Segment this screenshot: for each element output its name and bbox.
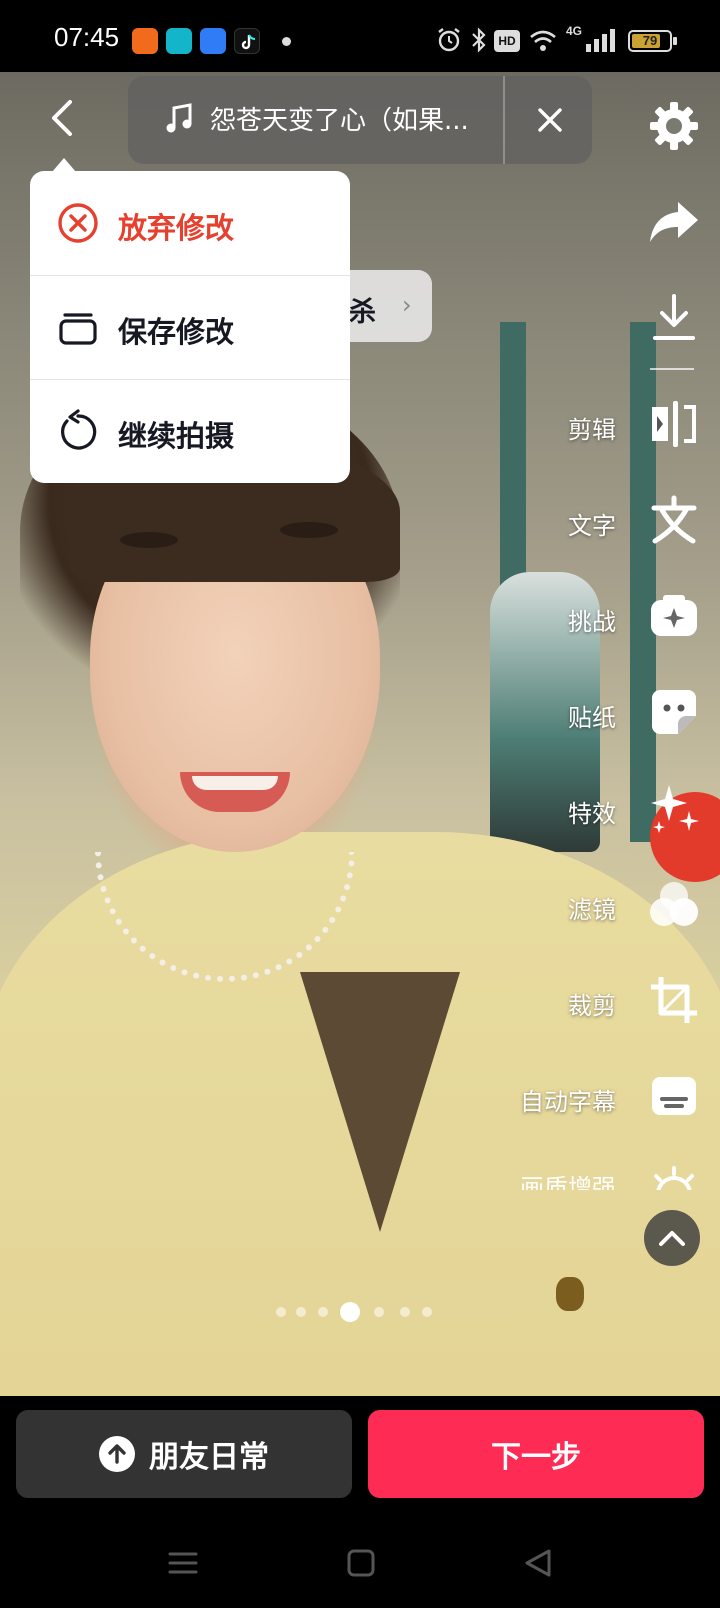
- home-nav-icon[interactable]: [344, 1548, 378, 1578]
- toolbar-label-challenge[interactable]: 挑战: [568, 602, 616, 637]
- page-indicator: [276, 1300, 448, 1324]
- discard-changes-item[interactable]: 放弃修改: [30, 171, 350, 275]
- edit-clip-icon: [652, 401, 696, 447]
- subject-eye: [280, 522, 338, 538]
- challenge-button[interactable]: [644, 586, 704, 646]
- filter-icon: [650, 882, 698, 926]
- wifi-icon: [530, 30, 556, 51]
- toolbar-label-edit[interactable]: 剪辑: [568, 410, 616, 445]
- alarm-icon: [438, 28, 460, 52]
- music-divider: [503, 76, 505, 164]
- battery-icon: 79: [628, 30, 672, 52]
- chevron-right-icon: ›: [402, 291, 412, 319]
- toolbar-label-enhance[interactable]: 画质增强: [520, 1168, 616, 1190]
- auto-captions-icon: [652, 1077, 696, 1115]
- page-dot: [422, 1307, 432, 1317]
- sticker-icon: [652, 690, 696, 734]
- filter-button[interactable]: [644, 874, 704, 934]
- upload-icon: [99, 1436, 135, 1472]
- effects-icon: [651, 785, 699, 833]
- subject-teeth: [192, 776, 278, 790]
- status-time: 07:45: [54, 22, 120, 52]
- hd-badge: HD: [494, 30, 520, 52]
- menu-nav-icon[interactable]: [166, 1548, 200, 1578]
- drafts-box-icon: [59, 313, 97, 345]
- menu-item-label: 放弃修改: [118, 211, 235, 245]
- toolbar-label-text[interactable]: 文字: [568, 506, 616, 541]
- douyin-icon: [234, 28, 260, 54]
- page-dot-active: [340, 1302, 360, 1322]
- next-step-button[interactable]: 下一步: [368, 1410, 704, 1498]
- page-dot: [276, 1307, 286, 1317]
- toolbar-label-sticker[interactable]: 贴纸: [568, 698, 616, 733]
- toolbar-label-auto-captions[interactable]: 自动字幕: [520, 1082, 616, 1117]
- music-title: 怨苍天变了心（如果...: [210, 106, 469, 136]
- edit-clip-button[interactable]: [644, 394, 704, 454]
- download-icon: [653, 294, 695, 340]
- back-options-menu: 放弃修改 保存修改 继续拍摄: [30, 171, 350, 483]
- subject-eye: [120, 532, 178, 548]
- settings-icon: [650, 102, 698, 150]
- page-dot: [374, 1307, 384, 1317]
- network-type: 4G: [566, 24, 583, 38]
- enhance-button[interactable]: [644, 1164, 704, 1190]
- notification-dot-icon: [282, 37, 291, 46]
- bottom-action-bar: 朋友日常 下一步: [0, 1396, 720, 1608]
- auto-captions-button[interactable]: [644, 1066, 704, 1126]
- post-daily-button[interactable]: 朋友日常: [16, 1410, 352, 1498]
- back-nav-icon[interactable]: [522, 1548, 556, 1578]
- text-icon: [651, 495, 697, 544]
- xiaohongshu-icon: [132, 28, 158, 54]
- share-button[interactable]: [644, 192, 704, 252]
- remove-music-button[interactable]: [520, 90, 580, 150]
- post-daily-label: 朋友日常: [149, 1440, 269, 1475]
- toolbar-divider: [650, 368, 694, 370]
- subject-neckline: [300, 972, 460, 1232]
- popup-arrow: [52, 158, 76, 172]
- challenge-icon: [651, 595, 697, 636]
- crop-button[interactable]: [644, 970, 704, 1030]
- save-changes-item[interactable]: 保存修改: [30, 275, 350, 379]
- chevron-up-icon: [659, 1231, 685, 1246]
- close-circle-icon: [58, 203, 98, 243]
- page-dot: [296, 1307, 306, 1317]
- continue-shooting-item[interactable]: 继续拍摄: [30, 379, 350, 483]
- download-button[interactable]: [644, 288, 704, 348]
- effects-button[interactable]: [644, 778, 704, 838]
- text-button[interactable]: [644, 490, 704, 550]
- crop-icon: [651, 977, 697, 1023]
- bluetooth-icon: [472, 27, 486, 53]
- toolbar-label-crop[interactable]: 裁剪: [568, 986, 616, 1021]
- status-bar: 07:45 HD 4G 79: [0, 0, 720, 72]
- music-selector[interactable]: 怨苍天变了心（如果...: [128, 76, 592, 164]
- toolbar-label-effects[interactable]: 特效: [568, 794, 616, 829]
- enhance-icon: [654, 1166, 694, 1190]
- toolbar-label-filter[interactable]: 滤镜: [568, 890, 616, 925]
- sticker-button[interactable]: [644, 682, 704, 742]
- settings-button[interactable]: [644, 96, 704, 156]
- music-note-icon: [166, 103, 192, 133]
- menu-item-label: 继续拍摄: [118, 419, 235, 453]
- share-icon: [650, 202, 698, 242]
- close-icon: [538, 108, 562, 132]
- page-dot: [318, 1307, 328, 1317]
- next-step-label: 下一步: [491, 1440, 581, 1475]
- browser-app-icon: [200, 28, 226, 54]
- battery-cap: [673, 37, 677, 45]
- reshoot-icon: [61, 409, 97, 450]
- menu-item-label: 保存修改: [118, 315, 235, 349]
- back-button[interactable]: [42, 96, 86, 140]
- signal-icon: [586, 29, 615, 52]
- battery-text: 79: [642, 33, 658, 48]
- home-app-icon: [166, 28, 192, 54]
- page-dot: [400, 1307, 410, 1317]
- collapse-toolbar-button[interactable]: [644, 1210, 700, 1266]
- chevron-left-icon: [52, 100, 72, 136]
- dress-button: [556, 1277, 584, 1311]
